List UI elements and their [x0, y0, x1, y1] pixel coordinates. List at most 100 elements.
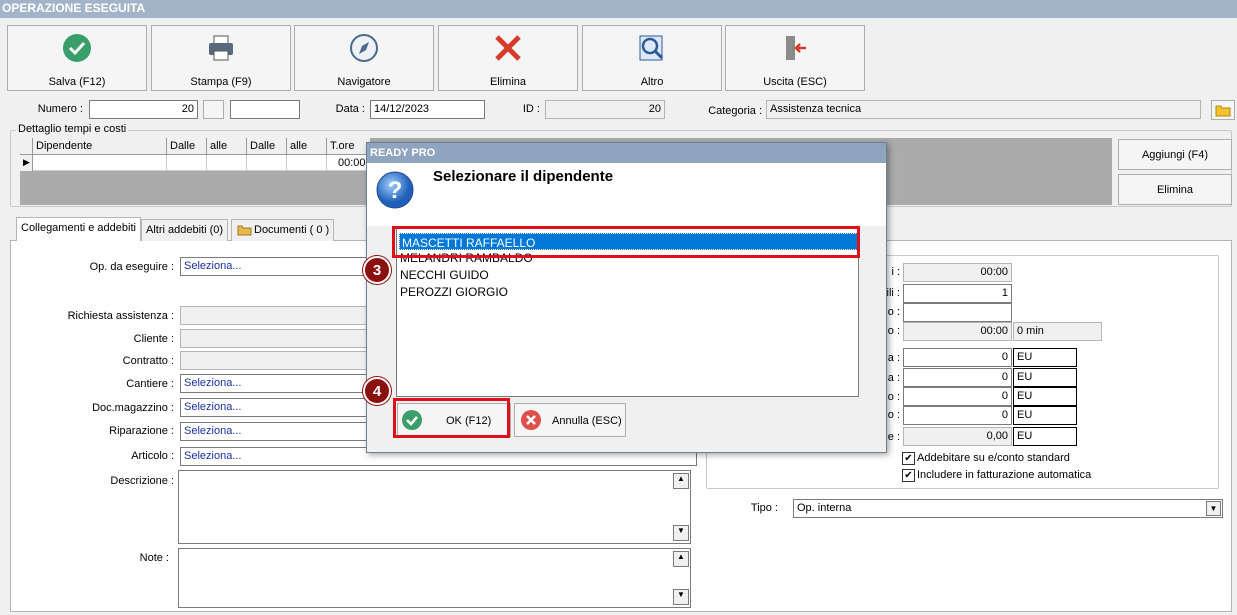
fatturazione-label: Includere in fatturazione automatica: [917, 469, 1092, 481]
docmag-select[interactable]: Seleziona...: [180, 398, 370, 417]
descrizione-label: Descrizione :: [110, 475, 174, 487]
cliente-field[interactable]: [180, 329, 370, 348]
svg-text:?: ?: [388, 177, 403, 204]
highlight-box-list: [392, 226, 860, 258]
currency-field[interactable]: EU: [1013, 387, 1077, 406]
exit-door-icon: [726, 33, 864, 63]
dialog-heading: Selezionare il dipendente: [433, 168, 614, 185]
window-title: OPERAZIONE ESEGUITA: [0, 0, 1237, 18]
cliente-label: Cliente :: [133, 333, 174, 345]
list-item[interactable]: NECCHI GUIDO: [400, 268, 489, 283]
cost-field-7[interactable]: 0: [903, 387, 1012, 406]
col-alle: alle: [206, 138, 246, 155]
folder-icon: [237, 224, 252, 239]
other-button[interactable]: Altro: [582, 25, 722, 91]
col-dalle: Dalle: [166, 138, 206, 155]
scroll-down-icon[interactable]: ▼: [673, 525, 689, 541]
detail-group-label: Dettaglio tempi e costi: [16, 123, 129, 135]
check-circle-icon: [8, 33, 146, 63]
richiesta-label: Richiesta assistenza :: [67, 310, 174, 322]
scroll-down-icon[interactable]: ▼: [673, 589, 689, 605]
currency-field[interactable]: EU: [1013, 406, 1077, 425]
docmag-label: Doc.magazzino :: [92, 402, 174, 414]
compass-icon: [295, 33, 433, 63]
cost-field-5[interactable]: 0: [903, 348, 1012, 367]
cost-field-3[interactable]: [903, 303, 1012, 322]
chevron-down-icon[interactable]: ▼: [1206, 501, 1221, 516]
exit-button[interactable]: Uscita (ESC): [725, 25, 865, 91]
tipo-value: Op. interna: [797, 502, 852, 514]
dialog-title: READY PRO: [367, 143, 886, 163]
navigator-label: Navigatore: [337, 76, 391, 88]
row-tore-value: 00:00: [338, 157, 366, 169]
col-alle-2: alle: [286, 138, 326, 155]
contratto-label: Contratto :: [122, 355, 174, 367]
note-label: Note :: [139, 552, 169, 564]
riparazione-select[interactable]: Seleziona...: [180, 422, 370, 441]
row-divider: [286, 155, 287, 171]
col-tore: T.ore: [326, 138, 370, 155]
detail-delete-button[interactable]: Elimina: [1118, 174, 1232, 205]
cost-total-field: 0,00: [903, 427, 1012, 446]
row-divider: [206, 155, 207, 171]
date-field[interactable]: 14/12/2023: [370, 100, 485, 119]
col-dalle-2: Dalle: [246, 138, 286, 155]
currency-field[interactable]: EU: [1013, 368, 1077, 387]
numero-suffix-button[interactable]: [203, 100, 224, 119]
exit-label: Uscita (ESC): [763, 76, 827, 88]
delete-button[interactable]: Elimina: [438, 25, 578, 91]
cost-field-1: 00:00: [903, 263, 1012, 282]
note-textarea[interactable]: ▲ ▼: [178, 548, 691, 608]
id-field: 20: [545, 100, 665, 119]
currency-field[interactable]: EU: [1013, 348, 1077, 367]
fatturazione-checkbox[interactable]: ✔: [902, 469, 915, 482]
grid-header: Dipendente Dalle alle Dalle alle T.ore: [20, 138, 370, 155]
magnifier-icon: [583, 33, 721, 63]
contratto-field[interactable]: [180, 351, 370, 370]
cost-field-6[interactable]: 0: [903, 368, 1012, 387]
row-pointer-icon: ▶: [20, 155, 33, 171]
print-button[interactable]: Stampa (F9): [151, 25, 291, 91]
tab-altri-addebiti[interactable]: Altri addebiti (0): [141, 219, 229, 241]
scroll-up-icon[interactable]: ▲: [673, 551, 689, 567]
categoria-label: Categoria :: [708, 105, 762, 117]
navigator-button[interactable]: Navigatore: [294, 25, 434, 91]
id-label: ID :: [522, 103, 540, 115]
print-label: Stampa (F9): [190, 76, 252, 88]
currency-field[interactable]: EU: [1013, 427, 1077, 446]
categoria-folder-button[interactable]: [1211, 100, 1235, 120]
cancel-button[interactable]: Annulla (ESC): [514, 403, 626, 437]
cost-field-4: 00:00: [903, 322, 1012, 341]
scroll-up-icon[interactable]: ▲: [673, 473, 689, 489]
checkmark-icon: ✔: [904, 469, 913, 481]
cancel-label: Annulla (ESC): [552, 415, 622, 427]
save-button[interactable]: Salva (F12): [7, 25, 147, 91]
tipo-select[interactable]: Op. interna ▼: [793, 499, 1223, 518]
tab-documenti-label: Documenti ( 0 ): [254, 224, 330, 236]
numero-field[interactable]: 20: [89, 100, 198, 119]
cantiere-label: Cantiere :: [126, 378, 174, 390]
save-label: Salva (F12): [48, 76, 106, 88]
numero-label: Numero :: [37, 103, 83, 115]
numero-extra-field[interactable]: [230, 100, 300, 119]
list-item[interactable]: PEROZZI GIORGIO: [400, 285, 508, 300]
categoria-field[interactable]: Assistenza tecnica: [766, 100, 1201, 119]
richiesta-field[interactable]: [180, 306, 370, 325]
highlight-box-ok: [393, 398, 510, 438]
cantiere-select[interactable]: Seleziona...: [180, 374, 370, 393]
table-row[interactable]: ▶ 00:00: [20, 155, 370, 171]
tab-documenti[interactable]: Documenti ( 0 ): [231, 219, 335, 241]
cost-field-2[interactable]: 1: [903, 284, 1012, 303]
checkmark-icon: ✔: [904, 452, 913, 464]
addebitare-checkbox[interactable]: ✔: [902, 452, 915, 465]
op-select[interactable]: Seleziona...: [180, 257, 370, 276]
add-button[interactable]: Aggiungi (F4): [1118, 139, 1232, 170]
descrizione-textarea[interactable]: ▲ ▼: [178, 470, 691, 544]
other-label: Altro: [640, 76, 664, 88]
tab-collegamenti[interactable]: Collegamenti e addebiti: [16, 217, 141, 241]
cost-field-8[interactable]: 0: [903, 406, 1012, 425]
red-x-icon: [439, 33, 577, 63]
op-label: Op. da eseguire :: [89, 261, 174, 273]
row-divider: [246, 155, 247, 171]
data-label: Data :: [335, 103, 365, 115]
